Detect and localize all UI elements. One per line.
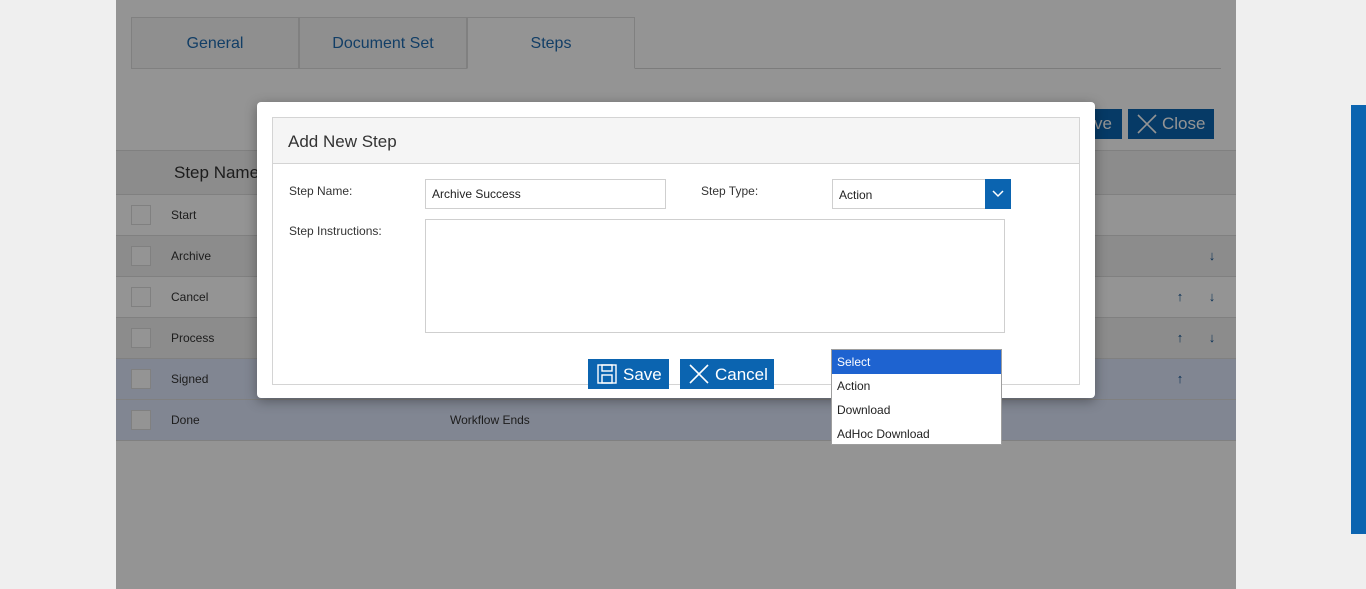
step-type-value: Action xyxy=(839,188,873,202)
step-type-select[interactable]: Action xyxy=(832,179,1011,209)
dialog-header: Add New Step xyxy=(273,118,1079,164)
cancel-button-label: Cancel xyxy=(715,365,768,384)
option-adhoc-download[interactable]: AdHoc Download xyxy=(832,422,1001,446)
step-type-options: Select Action Download AdHoc Download xyxy=(831,349,1002,445)
cancel-button[interactable]: Cancel xyxy=(680,359,774,389)
floppy-disk-icon xyxy=(597,364,617,384)
option-action[interactable]: Action xyxy=(832,374,1001,398)
option-download[interactable]: Download xyxy=(832,398,1001,422)
step-instructions-label: Step Instructions: xyxy=(289,224,382,238)
dialog-panel: Add New Step Step Name: Step Type: Actio… xyxy=(272,117,1080,389)
dropdown-toggle[interactable] xyxy=(985,179,1011,209)
side-panel-strip xyxy=(1351,105,1366,534)
close-icon xyxy=(689,364,709,384)
step-name-input[interactable] xyxy=(425,179,666,209)
step-instructions-input[interactable] xyxy=(425,219,1005,333)
dialog-title: Add New Step xyxy=(288,132,397,151)
option-select[interactable]: Select xyxy=(832,350,1001,374)
chevron-down-icon xyxy=(992,190,1004,198)
save-button[interactable]: Save xyxy=(588,359,669,389)
save-button-label: Save xyxy=(623,365,662,384)
step-type-label: Step Type: xyxy=(701,184,759,198)
step-name-label: Step Name: xyxy=(289,184,353,198)
